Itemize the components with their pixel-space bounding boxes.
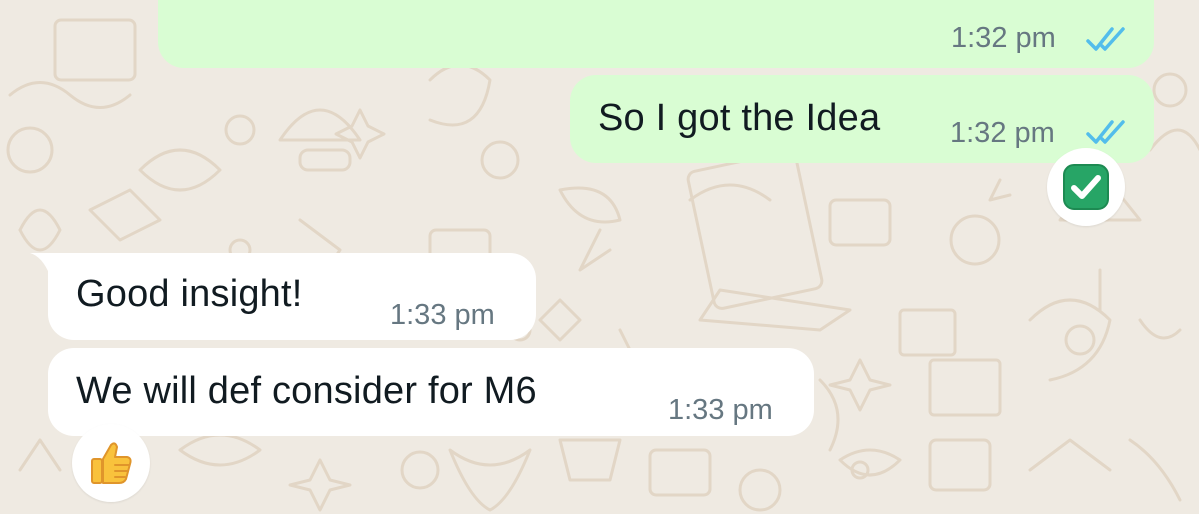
message-bubble-outgoing[interactable]: So I got the Idea 1:32 pm bbox=[570, 75, 1154, 163]
message-time: 1:33 pm bbox=[390, 299, 495, 331]
message-reaction[interactable] bbox=[72, 424, 150, 502]
read-ticks-icon bbox=[1086, 27, 1125, 51]
message-time: 1:32 pm bbox=[951, 22, 1056, 54]
message-text: Good insight! bbox=[76, 273, 303, 315]
message-bubble-incoming[interactable]: We will def consider for M6 1:33 pm bbox=[48, 348, 814, 436]
read-ticks-icon bbox=[1086, 120, 1125, 144]
message-reaction[interactable] bbox=[1047, 148, 1125, 226]
message-text: We will def consider for M6 bbox=[76, 370, 537, 412]
message-time: 1:33 pm bbox=[668, 394, 773, 426]
check-mark-button-emoji-icon bbox=[1063, 164, 1109, 210]
thumbs-up-emoji-icon bbox=[91, 442, 132, 484]
message-text: So I got the Idea bbox=[598, 97, 881, 139]
message-bubble-incoming[interactable]: Good insight! 1:33 pm bbox=[48, 253, 536, 340]
message-bubble-outgoing[interactable]: 1:32 pm bbox=[158, 0, 1154, 68]
message-time: 1:32 pm bbox=[950, 117, 1055, 149]
